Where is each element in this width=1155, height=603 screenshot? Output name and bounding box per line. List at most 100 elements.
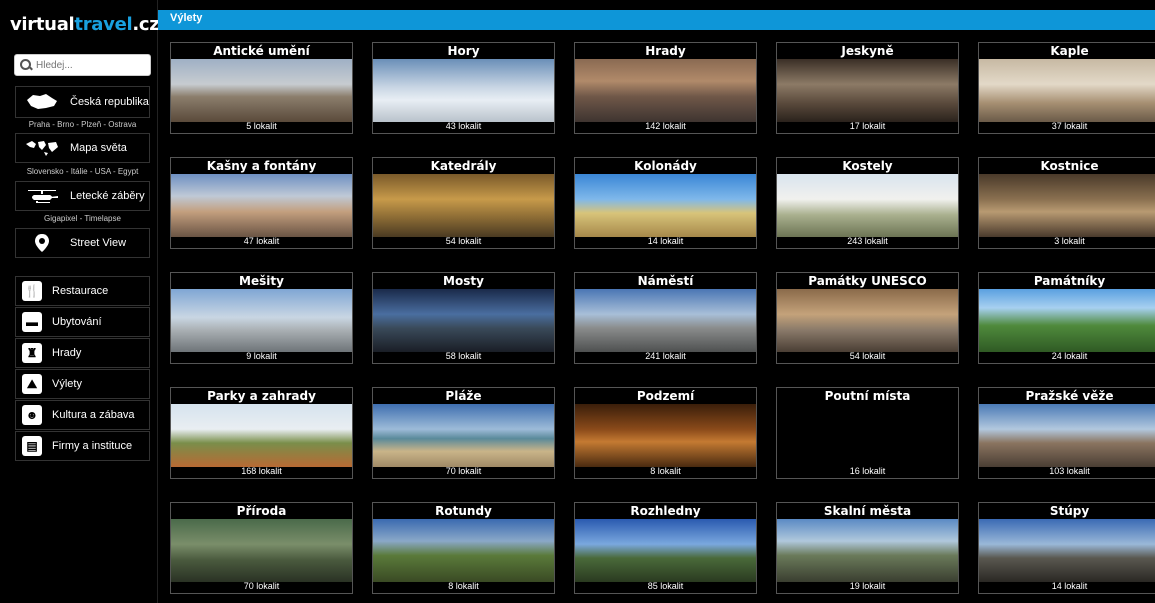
category-title[interactable]: Kaple [979, 43, 1155, 59]
category-title[interactable]: Hory [373, 43, 554, 59]
category-card[interactable]: Kostely 243 lokalit [776, 157, 959, 249]
category-panorama-image[interactable] [575, 59, 756, 122]
category-panorama-image[interactable] [575, 174, 756, 237]
category-title[interactable]: Antické umění [171, 43, 352, 59]
category-count: 47 lokalit [243, 236, 280, 246]
search-icon[interactable] [19, 58, 33, 72]
category-title[interactable]: Kolonády [575, 158, 756, 174]
category-title[interactable]: Stúpy [979, 503, 1155, 519]
category-card[interactable]: Antické umění 5 lokalit [170, 42, 353, 134]
category-count: 3 lokalit [1054, 236, 1085, 246]
category-card[interactable]: Hory 43 lokalit [372, 42, 555, 134]
category-panorama-image[interactable] [373, 519, 554, 582]
category-panorama-image[interactable] [575, 404, 756, 467]
category-title[interactable]: Rotundy [373, 503, 554, 519]
category-title[interactable]: Mosty [373, 273, 554, 289]
category-card[interactable]: Kostnice 3 lokalit [978, 157, 1155, 249]
category-panorama-image[interactable] [373, 59, 554, 122]
category-card[interactable]: Podzemí 8 lokalit [574, 387, 757, 479]
category-card[interactable]: Mosty 58 lokalit [372, 272, 555, 364]
category-panorama-image[interactable] [373, 289, 554, 352]
category-card[interactable]: Příroda 70 lokalit [170, 502, 353, 594]
category-card[interactable]: Náměstí 241 lokalit [574, 272, 757, 364]
service-trips[interactable]: ⛰ Výlety [15, 369, 150, 399]
category-title[interactable]: Podzemí [575, 388, 756, 404]
category-panorama-image[interactable] [777, 289, 958, 352]
category-card[interactable]: Mešity 9 lokalit [170, 272, 353, 364]
category-card[interactable]: Jeskyně 17 lokalit [776, 42, 959, 134]
category-panorama-image[interactable] [979, 289, 1155, 352]
nav-aerial-shots[interactable]: Letecké záběry [15, 181, 150, 211]
nav-world-map[interactable]: Mapa světa [15, 133, 150, 163]
category-title[interactable]: Kostely [777, 158, 958, 174]
category-card[interactable]: Katedrály 54 lokalit [372, 157, 555, 249]
category-title[interactable]: Jeskyně [777, 43, 958, 59]
czech-sublinks[interactable]: Praha - Brno - Plzeň - Ostrava [15, 120, 150, 129]
category-panorama-image[interactable] [575, 289, 756, 352]
page-header: Výlety [158, 10, 1155, 30]
category-card[interactable]: Kaple 37 lokalit [978, 42, 1155, 134]
category-count: 142 lokalit [645, 121, 686, 131]
category-panorama-image[interactable] [777, 404, 958, 467]
category-card[interactable]: Pražské věže 103 lokalit [978, 387, 1155, 479]
service-restaurants[interactable]: 🍴 Restaurace [15, 276, 150, 306]
category-card[interactable]: Pláže 70 lokalit [372, 387, 555, 479]
category-title[interactable]: Katedrály [373, 158, 554, 174]
category-count: 5 lokalit [246, 121, 277, 131]
category-title[interactable]: Hrady [575, 43, 756, 59]
category-panorama-image[interactable] [373, 404, 554, 467]
category-panorama-image[interactable] [777, 519, 958, 582]
nav-czech-republic[interactable]: Česká republika [15, 86, 150, 118]
category-title[interactable]: Poutní místa [777, 388, 958, 404]
category-panorama-image[interactable] [373, 174, 554, 237]
category-card[interactable]: Skalní města 19 lokalit [776, 502, 959, 594]
world-sublinks[interactable]: Slovensko - Itálie - USA - Egypt [15, 167, 150, 176]
category-title[interactable]: Památníky [979, 273, 1155, 289]
category-title[interactable]: Rozhledny [575, 503, 756, 519]
service-institutions[interactable]: ▤ Firmy a instituce [15, 431, 150, 461]
category-panorama-image[interactable] [171, 174, 352, 237]
category-panorama-image[interactable] [979, 59, 1155, 122]
nav-street-view[interactable]: Street View [15, 228, 150, 258]
category-panorama-image[interactable] [979, 174, 1155, 237]
category-card[interactable]: Poutní místa 16 lokalit [776, 387, 959, 479]
category-card[interactable]: Památníky 24 lokalit [978, 272, 1155, 364]
category-count: 168 lokalit [241, 466, 282, 476]
category-panorama-image[interactable] [979, 519, 1155, 582]
search-input[interactable] [33, 58, 148, 72]
search-box[interactable] [14, 54, 151, 76]
category-title[interactable]: Pražské věže [979, 388, 1155, 404]
category-title[interactable]: Příroda [171, 503, 352, 519]
category-card[interactable]: Parky a zahrady 168 lokalit [170, 387, 353, 479]
category-panorama-image[interactable] [171, 404, 352, 467]
category-count: 243 lokalit [847, 236, 888, 246]
category-card[interactable]: Kolonády 14 lokalit [574, 157, 757, 249]
category-card[interactable]: Památky UNESCO 54 lokalit [776, 272, 959, 364]
aerial-sublinks[interactable]: Gigapixel - Timelapse [15, 214, 150, 223]
category-card[interactable]: Kašny a fontány 47 lokalit [170, 157, 353, 249]
category-count: 58 lokalit [445, 351, 482, 361]
category-panorama-image[interactable] [171, 289, 352, 352]
service-culture[interactable]: ☻ Kultura a zábava [15, 400, 150, 430]
category-panorama-image[interactable] [575, 519, 756, 582]
site-logo[interactable]: virtualtravel.cz [10, 14, 160, 35]
category-title[interactable]: Parky a zahrady [171, 388, 352, 404]
category-title[interactable]: Mešity [171, 273, 352, 289]
category-panorama-image[interactable] [171, 59, 352, 122]
category-card[interactable]: Rotundy 8 lokalit [372, 502, 555, 594]
category-panorama-image[interactable] [777, 174, 958, 237]
category-title[interactable]: Pláže [373, 388, 554, 404]
category-title[interactable]: Náměstí [575, 273, 756, 289]
category-title[interactable]: Skalní města [777, 503, 958, 519]
category-panorama-image[interactable] [171, 519, 352, 582]
category-title[interactable]: Památky UNESCO [777, 273, 958, 289]
category-panorama-image[interactable] [777, 59, 958, 122]
category-card[interactable]: Rozhledny 85 lokalit [574, 502, 757, 594]
service-castles[interactable]: ♜ Hrady [15, 338, 150, 368]
category-panorama-image[interactable] [979, 404, 1155, 467]
category-title[interactable]: Kašny a fontány [171, 158, 352, 174]
category-card[interactable]: Stúpy 14 lokalit [978, 502, 1155, 594]
category-card[interactable]: Hrady 142 lokalit [574, 42, 757, 134]
category-title[interactable]: Kostnice [979, 158, 1155, 174]
service-accommodation[interactable]: ▬ Ubytování [15, 307, 150, 337]
